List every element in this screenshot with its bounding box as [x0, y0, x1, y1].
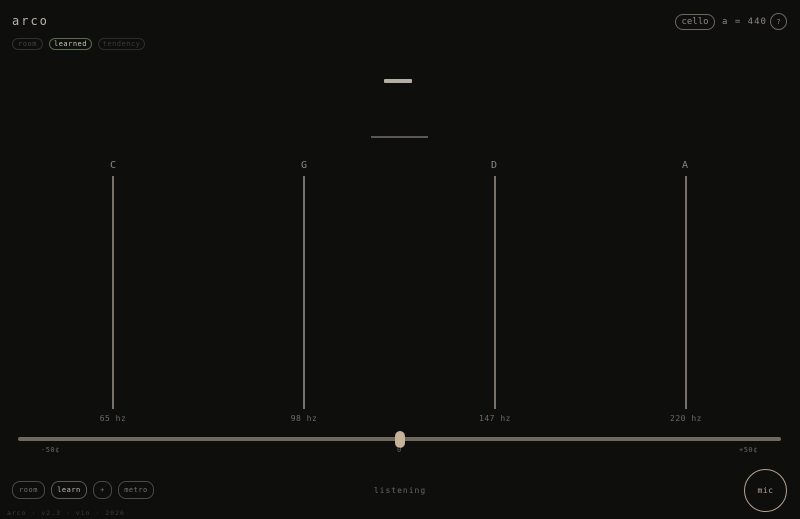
- status-text: listening: [373, 486, 427, 495]
- room-button[interactable]: room: [12, 481, 45, 499]
- add-button[interactable]: +: [93, 481, 112, 499]
- string-freq-a: 220 hz: [670, 414, 702, 423]
- string-label-a: A: [681, 160, 689, 171]
- help-button[interactable]: ?: [770, 13, 787, 30]
- footer-version: arco · v2.3 · vin · 2026: [7, 509, 125, 517]
- learn-button[interactable]: learn: [51, 481, 87, 499]
- string-freq-c: 65 hz: [99, 414, 127, 423]
- string-label-g: G: [300, 160, 308, 171]
- reference-pitch[interactable]: a = 440: [722, 17, 767, 27]
- cents-min-label: -50¢: [41, 446, 60, 454]
- string-d[interactable]: [494, 176, 496, 409]
- app-logo: arco: [12, 14, 49, 28]
- string-label-d: D: [490, 160, 498, 171]
- pitch-reference-line: [371, 136, 428, 138]
- string-a[interactable]: [685, 176, 687, 409]
- tab-room[interactable]: room: [12, 38, 43, 50]
- tab-tendency[interactable]: tendency: [98, 38, 145, 50]
- cents-max-label: +50¢: [739, 446, 758, 454]
- metronome-button[interactable]: metro: [118, 481, 154, 499]
- string-freq-d: 147 hz: [479, 414, 511, 423]
- string-freq-g: 98 hz: [290, 414, 318, 423]
- cents-center-label: 0: [397, 446, 402, 454]
- string-label-c: C: [109, 160, 117, 171]
- string-c[interactable]: [112, 176, 114, 409]
- tab-learned[interactable]: learned: [49, 38, 92, 50]
- string-g[interactable]: [303, 176, 305, 409]
- mic-button[interactable]: mic: [744, 469, 787, 512]
- instrument-select-button[interactable]: cello: [675, 14, 715, 30]
- pitch-indicator-bar: [384, 79, 412, 83]
